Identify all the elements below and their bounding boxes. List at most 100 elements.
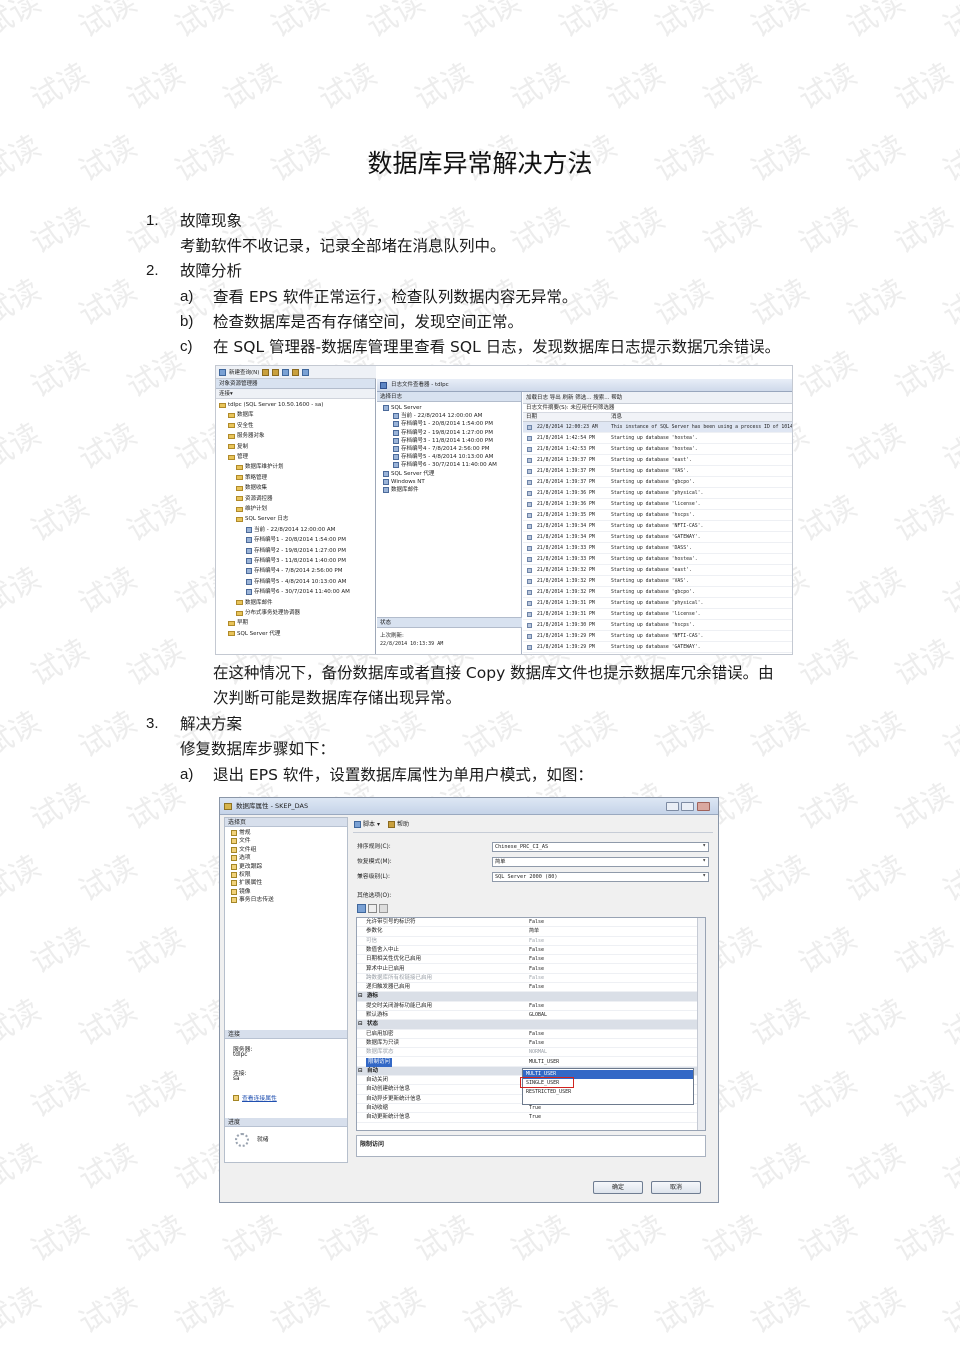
grid-row[interactable]: 提交时关闭游标功能已启用 False [357, 1002, 699, 1011]
page-item[interactable]: 更改跟踪 [231, 863, 262, 871]
log-row[interactable]: 21/8/2014 1:39:36 PM Starting up database… [523, 499, 792, 510]
log-row[interactable]: 21/8/2014 1:39:33 PM Starting up database… [523, 543, 792, 554]
log-tree-node[interactable]: 存档编号4 - 7/8/2014 2:56:00 PM [393, 445, 489, 453]
log-row[interactable]: 21/8/2014 1:39:31 PM Starting up database… [523, 598, 792, 609]
tree-node[interactable]: tdlpc (SQL Server 10.50.1600 - sa) [219, 401, 323, 409]
tree-node[interactable]: 策略管理 [236, 474, 267, 482]
close-button[interactable] [697, 802, 710, 811]
toolbar-icon[interactable] [272, 368, 280, 376]
log-row[interactable]: 21/8/2014 1:39:31 PM Starting up database… [523, 609, 792, 620]
log-row[interactable]: 21/8/2014 1:42:53 PM Starting up database… [523, 444, 792, 455]
tree-node[interactable]: 分布式事务处理协调器 [236, 609, 300, 617]
grid-category[interactable]: ⊟ 游标 [357, 992, 699, 1002]
log-row[interactable]: 21/8/2014 1:39:32 PM Starting up database… [523, 576, 792, 587]
dropdown-option[interactable]: RESTRICTED_USER [523, 1088, 693, 1097]
tree-node[interactable]: 维护计划 [236, 505, 267, 513]
tree-node[interactable]: 安全性 [228, 422, 254, 430]
grid-scrollbar[interactable] [697, 918, 705, 1130]
collapse-icon[interactable]: ⊟ [358, 992, 363, 1001]
tree-node[interactable]: 存档编号3 - 11/8/2014 1:40:00 PM [246, 557, 346, 565]
log-tree-node[interactable]: 数据库邮件 [383, 486, 419, 494]
log-row[interactable]: 21/8/2014 1:39:37 PM Starting up database… [523, 477, 792, 488]
log-tree-node[interactable]: 存档编号5 - 4/8/2014 10:13:00 AM [393, 453, 493, 461]
tree-node[interactable]: 存档编号1 - 20/8/2014 1:54:00 PM [246, 536, 346, 544]
grid-category[interactable]: ⊟ 状态 [357, 1020, 699, 1030]
tree-node[interactable]: 存档编号5 - 4/8/2014 10:13:00 AM [246, 578, 346, 586]
log-row[interactable]: 21/8/2014 1:39:29 PM Starting up database… [523, 642, 792, 653]
log-row[interactable]: 21/8/2014 1:39:32 PM Starting up database… [523, 565, 792, 576]
grid-row[interactable]: 自动更新统计信息 True [357, 1113, 699, 1123]
tree-node[interactable]: 存档编号6 - 30/7/2014 11:40:00 AM [246, 588, 350, 596]
page-item[interactable]: 文件组 [231, 846, 256, 854]
collapse-icon[interactable]: ⊟ [358, 1067, 363, 1076]
grid-row[interactable]: 数据库状态 NORMAL [357, 1048, 699, 1058]
tree-node[interactable]: 数据库维护计划 [236, 463, 284, 471]
tree-node[interactable]: 存档编号4 - 7/8/2014 2:56:00 PM [246, 567, 342, 575]
log-tree-node[interactable]: 当前 - 22/8/2014 12:00:00 AM [393, 412, 482, 420]
alphabetical-sort-icon[interactable] [368, 904, 377, 913]
log-tree-node[interactable]: Windows NT [383, 478, 425, 486]
tree-node[interactable]: 服务器对象 [228, 432, 265, 440]
log-tree-node[interactable]: 存档编号1 - 20/8/2014 1:54:00 PM [393, 420, 493, 428]
column-date[interactable]: 日期 [526, 413, 537, 422]
maximize-button[interactable] [681, 802, 694, 811]
grid-row[interactable]: 日期相关性优化已启用 False [357, 955, 699, 965]
view-connection-link[interactable]: 查看连接属性 [242, 1093, 277, 1102]
log-tree-node[interactable]: SQL Server [383, 404, 422, 412]
recovery-select[interactable]: 简单 [492, 857, 709, 867]
log-row[interactable]: 21/8/2014 1:39:36 PM Starting up database… [523, 488, 792, 499]
log-row[interactable]: 21/8/2014 1:39:37 PM Starting up database… [523, 455, 792, 466]
log-row[interactable]: 21/8/2014 1:39:37 PM Starting up database… [523, 466, 792, 477]
grid-row[interactable]: 已启用加密 False [357, 1030, 699, 1039]
script-button[interactable]: 脚本 ▾ [354, 819, 380, 830]
tree-node[interactable]: 存档编号2 - 19/8/2014 1:27:00 PM [246, 547, 346, 555]
tree-node[interactable]: 管理 [228, 453, 248, 461]
grid-row[interactable]: 限制访问 MULTI_USER [357, 1057, 699, 1067]
grid-row[interactable]: 跨数据库所有权链接已启用 False [357, 974, 699, 984]
log-tree-node[interactable]: 存档编号2 - 19/8/2014 1:27:00 PM [393, 429, 493, 437]
minimize-button[interactable] [666, 802, 679, 811]
log-row[interactable]: 21/8/2014 1:39:33 PM Starting up database… [523, 554, 792, 565]
log-row[interactable]: 21/8/2014 1:39:32 PM Starting up database… [523, 587, 792, 598]
tree-node[interactable]: 复制 [228, 443, 248, 451]
log-row[interactable]: 21/8/2014 1:39:29 PM Starting up database… [523, 631, 792, 642]
page-item[interactable]: 选项 [231, 854, 251, 862]
grid-row[interactable]: 数值舍入中止 False [357, 946, 699, 956]
page-item[interactable]: 镜像 [231, 888, 251, 896]
grid-row[interactable]: 可信 False [357, 937, 699, 946]
page-item[interactable]: 权限 [231, 871, 251, 879]
log-tree-node[interactable]: 存档编号3 - 11/8/2014 1:40:00 PM [393, 437, 493, 445]
object-explorer-connect[interactable]: 连接▾ [216, 389, 375, 399]
new-query-label[interactable]: 新建查询(N) [229, 368, 259, 376]
help-button[interactable]: 帮助 [388, 819, 409, 830]
tree-node[interactable]: SQL Server 日志 [236, 515, 288, 523]
page-item[interactable]: 事务日志传送 [231, 896, 274, 904]
toolbar-icon[interactable] [302, 368, 310, 376]
tree-node[interactable]: 数据库邮件 [236, 599, 273, 607]
toolbar-icon[interactable] [282, 368, 290, 376]
tree-node[interactable]: 当前 - 22/8/2014 12:00:00 AM [246, 526, 335, 534]
cancel-button[interactable]: 取消 [651, 1181, 701, 1194]
grid-row[interactable]: 递归触发器已启用 False [357, 983, 699, 993]
toolbar-icon[interactable] [292, 368, 300, 376]
tree-node[interactable]: 资源调控器 [236, 495, 273, 503]
log-row[interactable]: 21/8/2014 1:42:54 PM Starting up database… [523, 433, 792, 444]
view-connection-properties[interactable]: 查看连接属性 [233, 1093, 277, 1102]
log-row[interactable]: 21/8/2014 1:39:35 PM Starting up database… [523, 510, 792, 521]
grid-row[interactable]: 参数化 简单 [357, 927, 699, 937]
new-query-icon[interactable] [219, 368, 226, 376]
categorized-sort-icon[interactable] [357, 904, 366, 913]
grid-row[interactable]: 自动收缩 True [357, 1104, 699, 1114]
compat-select[interactable]: SQL Server 2000 (80) [492, 872, 709, 882]
toolbar-icon[interactable] [262, 368, 270, 376]
log-tree-node[interactable]: SQL Server 代理 [383, 470, 434, 478]
tree-node[interactable]: SQL Server 代理 [228, 630, 280, 638]
collapse-icon[interactable]: ⊟ [358, 1020, 363, 1029]
ok-button[interactable]: 确定 [593, 1181, 643, 1194]
page-item[interactable]: 常规 [231, 829, 251, 837]
tree-node[interactable]: 数据库 [228, 411, 254, 419]
grid-row[interactable]: 默认游标 GLOBAL [357, 1011, 699, 1021]
log-tree-node[interactable]: 存档编号6 - 30/7/2014 11:40:00 AM [393, 461, 497, 469]
page-item[interactable]: 文件 [231, 837, 251, 845]
grid-row[interactable]: 算术中止已启用 False [357, 965, 699, 974]
